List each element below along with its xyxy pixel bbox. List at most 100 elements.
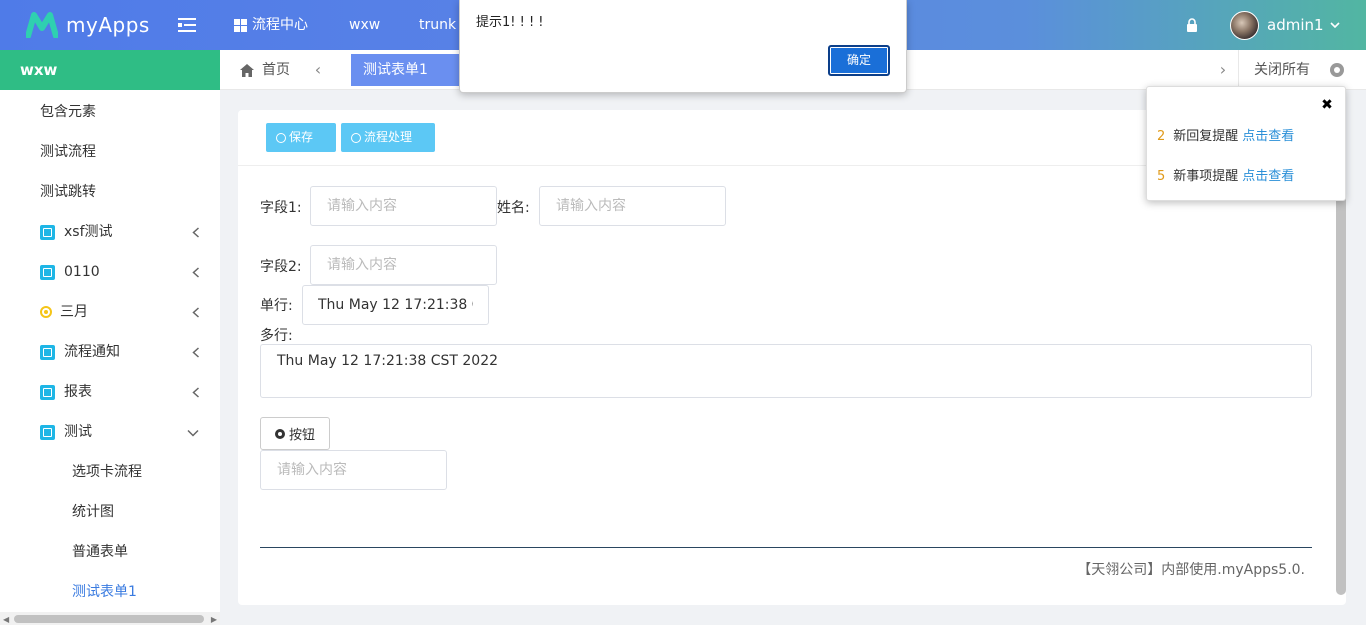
field2-label: 字段2: xyxy=(260,259,302,275)
cube-icon xyxy=(40,425,55,440)
sidebar-horizontal-scrollbar[interactable]: ◀ ▶ xyxy=(0,612,220,625)
chevron-left-icon xyxy=(192,227,200,238)
field1-label: 字段1: xyxy=(260,200,302,216)
home-tab[interactable]: 首页 xyxy=(240,50,290,90)
multi-line-textarea[interactable]: Thu May 12 17:21:38 CST 2022 xyxy=(260,344,1312,398)
sidebar-item[interactable]: 0110 xyxy=(0,252,220,292)
sidebar-item-label: xsf测试 xyxy=(64,224,113,240)
notification-popup: ✖ 2 新回复提醒 点击查看 5 新事项提醒 点击查看 xyxy=(1146,86,1346,201)
app-name: myApps xyxy=(66,13,150,37)
close-icon[interactable]: ✖ xyxy=(1318,96,1336,114)
sidebar-item-label: 测试表单1 xyxy=(72,584,137,600)
nav-process-center[interactable]: 流程中心 xyxy=(234,0,308,50)
save-label: 保存 xyxy=(289,130,314,144)
sidebar-item-active[interactable]: 测试表单1 xyxy=(0,572,220,612)
name-label: 姓名: xyxy=(497,200,530,216)
cube-icon xyxy=(40,265,55,280)
tab-active[interactable]: 测试表单1 xyxy=(351,54,461,86)
logo-icon xyxy=(26,12,58,38)
sidebar-item[interactable]: 选项卡流程 xyxy=(0,452,220,492)
gear-button[interactable]: 按钮 xyxy=(260,417,330,450)
home-tab-label: 首页 xyxy=(262,62,290,78)
close-all-label: 关闭所有 xyxy=(1254,62,1310,78)
field1-input[interactable] xyxy=(310,186,497,226)
multi-line-label: 多行: xyxy=(260,328,293,344)
field2-input[interactable] xyxy=(310,245,497,285)
chevron-left-icon xyxy=(192,387,200,398)
sidebar-item-label: 测试流程 xyxy=(40,144,96,160)
sidebar-item[interactable]: 测试 xyxy=(0,412,220,452)
gear-button-label: 按钮 xyxy=(288,428,315,443)
cube-icon xyxy=(40,345,55,360)
footer-text: 【天翎公司】内部使用.myApps5.0. xyxy=(1077,562,1305,578)
notification-link[interactable]: 点击查看 xyxy=(1242,169,1294,184)
sidebar-item[interactable]: 测试跳转 xyxy=(0,172,220,212)
chevron-down-icon xyxy=(1329,22,1340,28)
flow-process-button[interactable]: 流程处理 xyxy=(341,123,435,152)
menu-toggle-icon[interactable] xyxy=(178,18,196,32)
scrollbar-thumb[interactable] xyxy=(14,615,204,623)
sidebar-item[interactable]: 统计图 xyxy=(0,492,220,532)
name-input[interactable] xyxy=(539,186,726,226)
sidebar-item[interactable]: xsf测试 xyxy=(0,212,220,252)
circle-icon xyxy=(351,132,361,143)
sidebar-item-label: 0110 xyxy=(64,264,100,280)
grid-icon xyxy=(234,18,247,32)
sidebar-item-label: 报表 xyxy=(64,384,92,400)
notification-text: 新事项提醒 xyxy=(1173,169,1239,184)
notification-link[interactable]: 点击查看 xyxy=(1242,129,1294,144)
lock-icon[interactable] xyxy=(1186,18,1198,32)
vertical-scrollbar[interactable] xyxy=(1336,170,1346,595)
footer-divider xyxy=(260,547,1312,548)
single-line-label: 单行: xyxy=(260,298,293,314)
sidebar-item[interactable]: 普通表单 xyxy=(0,532,220,572)
chevron-left-icon xyxy=(192,307,200,318)
gear-icon xyxy=(1330,63,1344,77)
user-menu[interactable]: admin1 xyxy=(1267,0,1340,50)
tabs-prev-icon[interactable]: ‹ xyxy=(308,50,328,90)
chevron-down-icon xyxy=(187,429,199,437)
alert-dialog: 提示1! ! ! ! 确定 xyxy=(459,0,907,93)
sidebar-item-label: 三月 xyxy=(60,304,88,320)
scroll-right-icon[interactable]: ▶ xyxy=(211,615,217,624)
notification-count: 5 xyxy=(1157,169,1166,184)
notification-count: 2 xyxy=(1157,129,1166,144)
sidebar-item-label: 流程通知 xyxy=(64,344,120,360)
sidebar-item-label: 测试跳转 xyxy=(40,184,96,200)
circle-icon xyxy=(276,132,286,143)
logo[interactable]: myApps xyxy=(26,12,150,38)
home-icon xyxy=(240,63,254,77)
flow-process-label: 流程处理 xyxy=(364,130,413,144)
alert-message: 提示1! ! ! ! xyxy=(476,15,544,30)
notification-text: 新回复提醒 xyxy=(1173,129,1239,144)
extra-input[interactable] xyxy=(260,450,447,490)
sidebar-item[interactable]: 流程通知 xyxy=(0,332,220,372)
alert-ok-button[interactable]: 确定 xyxy=(828,45,890,76)
chevron-left-icon xyxy=(192,347,200,358)
chevron-left-icon xyxy=(192,267,200,278)
sidebar-header: wxw xyxy=(0,50,220,90)
close-all-tabs[interactable]: 关闭所有 xyxy=(1238,50,1366,90)
sidebar: wxw 包含元素 测试流程 测试跳转 xsf测试 0110 三月 流程通知 报表… xyxy=(0,50,220,625)
sidebar-item[interactable]: 包含元素 xyxy=(0,92,220,132)
cube-icon xyxy=(40,385,55,400)
cube-icon xyxy=(40,225,55,240)
nav-process-center-label: 流程中心 xyxy=(252,17,308,33)
tabs-next-icon[interactable]: › xyxy=(1213,50,1233,90)
avatar[interactable] xyxy=(1230,11,1259,40)
notification-row: 5 新事项提醒 点击查看 xyxy=(1157,165,1294,184)
single-line-input[interactable] xyxy=(302,285,489,325)
sidebar-item[interactable]: 报表 xyxy=(0,372,220,412)
sidebar-item-label: 测试 xyxy=(64,424,92,440)
sidebar-item[interactable]: 测试流程 xyxy=(0,132,220,172)
scroll-left-icon[interactable]: ◀ xyxy=(3,615,9,624)
sidebar-item-label: 普通表单 xyxy=(72,544,128,560)
gear-icon xyxy=(274,428,285,439)
sidebar-item-label: 统计图 xyxy=(72,504,114,520)
nav-trunk[interactable]: trunk xyxy=(419,0,456,50)
username: admin1 xyxy=(1267,16,1324,34)
sidebar-item-label: 选项卡流程 xyxy=(72,464,142,480)
save-button[interactable]: 保存 xyxy=(266,123,336,152)
nav-wxw[interactable]: wxw xyxy=(349,0,380,50)
sidebar-item[interactable]: 三月 xyxy=(0,292,220,332)
